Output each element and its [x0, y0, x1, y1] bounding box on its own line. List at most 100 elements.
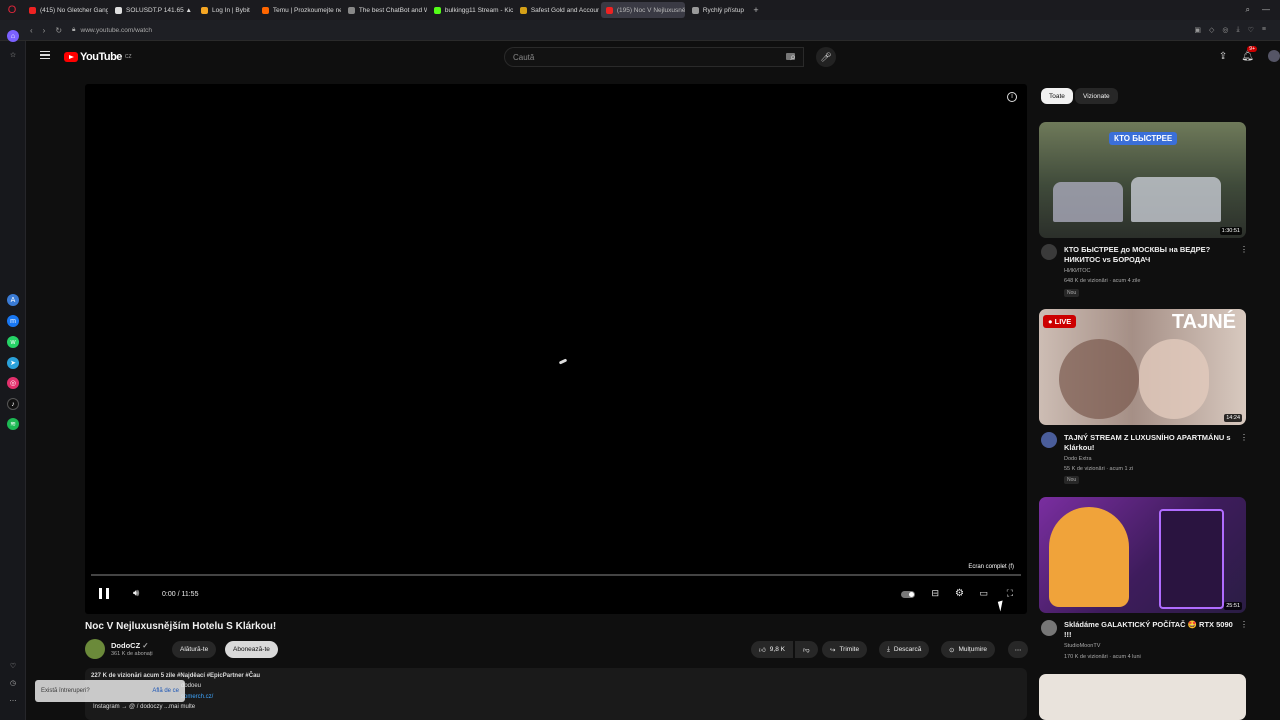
more-actions-button[interactable]: ⋯: [1008, 641, 1028, 658]
star-icon[interactable]: ☆: [7, 49, 19, 61]
messenger-icon[interactable]: m: [7, 315, 19, 327]
rec-title[interactable]: КТО БЫСТРЕЕ до МОСКВЫ на ВЕДРЕ? НИКИТОС …: [1064, 245, 1234, 265]
rec-menu-icon[interactable]: ⋮: [1240, 433, 1248, 442]
rec-thumbnail[interactable]: 25:51: [1039, 497, 1246, 613]
rec-thumbnail[interactable]: ● LIVE TAJNÉ 14:24: [1039, 309, 1246, 425]
browser-tab[interactable]: The best ChatBot and Wr...: [343, 2, 427, 18]
rec-title[interactable]: TAJNÝ STREAM Z LUXUSNÍHO APARTMÁNU s Klá…: [1064, 433, 1234, 453]
download-icon[interactable]: ⤓: [1237, 26, 1240, 34]
extension-icon[interactable]: ▣: [1194, 26, 1201, 34]
search-input[interactable]: Caută: [504, 47, 804, 67]
browser-tab-bar: O (415) No Gletcher Gang 2 SOLUSDT.P 141.…: [0, 0, 1280, 20]
minimize-icon[interactable]: —: [1262, 5, 1270, 15]
share-button[interactable]: ↪ Trimite: [822, 641, 868, 658]
notification-count: 9+: [1247, 45, 1257, 52]
vpn-icon[interactable]: ◎: [1222, 26, 1228, 34]
join-button[interactable]: Alătură-te: [172, 641, 217, 658]
opera-logo-icon[interactable]: O: [0, 0, 24, 20]
description-link[interactable]: somerch.cz/: [181, 694, 213, 700]
url-text[interactable]: www.youtube.com/watch: [81, 27, 153, 34]
description-more-line[interactable]: Instagram → @ / dodoczy ...mai multe: [93, 704, 195, 710]
video-player[interactable]: i Ecran complet (f) 🔊︎ 0:00 / 11:55 ⊟ ⚙ …: [85, 84, 1027, 614]
reload-icon[interactable]: ↻: [55, 26, 62, 35]
chip-watched[interactable]: Vizionate: [1075, 88, 1118, 104]
rec-channel[interactable]: Dodo Extra: [1064, 456, 1092, 462]
like-button[interactable]: 👍︎ 9,8 K: [751, 641, 793, 658]
browser-tab[interactable]: Temu | Prozkoumejte nej...: [257, 2, 341, 18]
info-icon[interactable]: i: [1007, 92, 1017, 102]
spotify-icon[interactable]: ≋: [7, 418, 19, 430]
back-icon[interactable]: ‹: [30, 26, 33, 35]
rec-meta: 55 K de vizionări · acum 1 zi: [1064, 466, 1134, 472]
tab-favicon-icon: [29, 6, 36, 14]
person-shape: [1059, 339, 1139, 419]
heart-icon[interactable]: ♡: [7, 660, 19, 672]
browser-tab[interactable]: SOLUSDT.P 141.65 ▲ +2.2...: [110, 2, 194, 18]
chip-all[interactable]: Toate: [1041, 88, 1073, 104]
mic-icon: 🎤︎: [820, 51, 832, 62]
home-icon[interactable]: ⌂: [7, 30, 19, 42]
rec-thumbnail[interactable]: [1039, 674, 1246, 720]
youtube-logo[interactable]: YouTube CZ: [64, 51, 132, 63]
car-shape: [1131, 177, 1221, 222]
browser-tab[interactable]: Log In | Bybit: [196, 2, 255, 18]
toast-link[interactable]: Află de ce: [152, 688, 179, 694]
rec-channel-avatar[interactable]: [1041, 620, 1057, 636]
thanks-button[interactable]: ⊙ Mulțumire: [941, 641, 995, 658]
rec-title[interactable]: Skládáme GALAKTICKÝ POČÍTAČ 🤩 RTX 5090 !…: [1064, 620, 1234, 640]
theater-mode-icon[interactable]: ▭: [979, 588, 988, 599]
tab-favicon-icon: [519, 6, 527, 14]
aria-icon[interactable]: A: [7, 294, 19, 306]
autoplay-toggle[interactable]: [901, 591, 915, 598]
search-button[interactable]: ⌕: [780, 47, 806, 67]
forward-icon[interactable]: ›: [43, 26, 46, 35]
notifications-icon[interactable]: 🔔︎ 9+: [1241, 45, 1257, 62]
duration-badge: 1:30:51: [1219, 227, 1242, 235]
loading-spinner: [558, 358, 568, 365]
tiktok-icon[interactable]: ♪: [7, 398, 19, 410]
instagram-icon[interactable]: ◎: [7, 377, 19, 389]
channel-avatar[interactable]: [85, 639, 105, 659]
progress-bar[interactable]: [91, 574, 1021, 576]
subtitles-icon[interactable]: ⊟: [931, 588, 939, 599]
rec-channel[interactable]: НИКИТОС: [1064, 268, 1090, 274]
channel-name[interactable]: DodoCZ ✓: [111, 641, 149, 650]
dislike-button[interactable]: 👎︎: [795, 641, 818, 658]
car-shape: [1053, 182, 1123, 222]
browser-tab[interactable]: Safest Gold and Account...: [515, 2, 599, 18]
settings-gear-icon[interactable]: ⚙: [955, 588, 964, 599]
create-upload-icon[interactable]: ⇪: [1219, 51, 1227, 62]
browser-tab[interactable]: Rychlý přístup: [687, 2, 749, 18]
whatsapp-icon[interactable]: w: [7, 336, 19, 348]
menu-icon[interactable]: ≡: [1262, 26, 1266, 34]
guide-menu-icon[interactable]: [40, 51, 50, 59]
browser-tab[interactable]: (415) No Gletcher Gang 2: [24, 2, 108, 18]
rec-channel[interactable]: StudioMoonTV: [1064, 643, 1100, 649]
new-tab-icon[interactable]: +: [749, 5, 763, 15]
telegram-icon[interactable]: ➤: [7, 357, 19, 369]
voice-search-button[interactable]: 🎤︎: [816, 47, 836, 67]
search-tabs-icon[interactable]: ⌕: [1246, 5, 1250, 15]
duration-badge: 14:24: [1224, 414, 1242, 422]
rec-thumbnail[interactable]: КТО БЫСТРЕЕ 1:30:51: [1039, 122, 1246, 238]
tab-label: The best ChatBot and Wr...: [358, 6, 427, 14]
rec-channel-avatar[interactable]: [1041, 244, 1057, 260]
player-controls: 🔊︎ 0:00 / 11:55 ⊟ ⚙ ▭ ⛶: [85, 584, 1027, 606]
browser-tab[interactable]: bulkingg11 Stream - Kick: [429, 2, 513, 18]
history-icon[interactable]: ◷: [7, 677, 19, 689]
bookmark-icon[interactable]: ♡: [1248, 26, 1254, 34]
subscribe-button[interactable]: Abonează-te: [225, 641, 278, 658]
new-badge: Nou: [1064, 289, 1080, 297]
download-button[interactable]: ⤓ Descarcă: [879, 641, 930, 658]
screenshot-icon[interactable]: ◇: [1209, 26, 1214, 34]
description-box[interactable]: 227 K de vizionări acum 5 zile #Najděací…: [85, 668, 1027, 720]
volume-icon[interactable]: 🔊︎: [133, 588, 139, 599]
fullscreen-icon[interactable]: ⛶: [1007, 588, 1013, 599]
account-avatar[interactable]: [1268, 50, 1280, 62]
rec-menu-icon[interactable]: ⋮: [1240, 245, 1248, 254]
more-icon[interactable]: ⋯: [7, 695, 19, 707]
browser-tab[interactable]: (195) Noc V Nejluxusněj...: [600, 2, 685, 18]
rec-channel-avatar[interactable]: [1041, 432, 1057, 448]
pause-button[interactable]: [99, 588, 109, 599]
rec-menu-icon[interactable]: ⋮: [1240, 620, 1248, 629]
